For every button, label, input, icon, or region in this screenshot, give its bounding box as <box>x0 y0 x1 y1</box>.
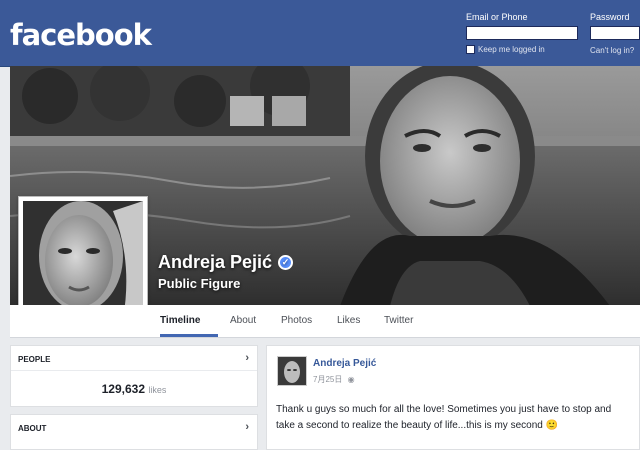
post-author-avatar-image <box>278 357 306 385</box>
verified-check-icon: ✓ <box>278 255 294 270</box>
people-card: PEOPLE › 129,632 likes <box>10 345 258 407</box>
chevron-right-icon[interactable]: › <box>245 421 249 433</box>
tab-photos[interactable]: Photos <box>281 315 312 326</box>
people-heading[interactable]: PEOPLE <box>18 355 50 364</box>
profile-category: Public Figure <box>158 276 241 291</box>
likes-count: 129,632 likes <box>11 382 257 396</box>
email-label: Email or Phone <box>466 12 528 22</box>
about-card: ABOUT › <box>10 414 258 450</box>
divider <box>11 370 257 371</box>
tab-about[interactable]: About <box>230 315 256 326</box>
password-label: Password <box>590 12 630 22</box>
post-text: Thank u guys so much for all the love! S… <box>276 404 612 431</box>
likes-count-unit: likes <box>148 385 167 395</box>
tab-timeline[interactable]: Timeline <box>160 315 200 326</box>
tab-likes[interactable]: Likes <box>337 315 360 326</box>
top-bar: facebook Email or Phone Password Keep me… <box>0 0 640 67</box>
post-author-name[interactable]: Andreja Pejić <box>313 358 376 369</box>
keep-logged-in-checkbox[interactable] <box>466 45 475 54</box>
likes-count-value: 129,632 <box>101 382 146 396</box>
password-field[interactable] <box>590 26 640 40</box>
globe-icon: ◉ <box>347 375 355 384</box>
tab-twitter[interactable]: Twitter <box>384 315 413 326</box>
chevron-right-icon[interactable]: › <box>245 352 249 364</box>
post-author-avatar[interactable] <box>277 356 307 386</box>
forgot-link[interactable]: Can't log in? <box>590 46 634 55</box>
active-tab-indicator <box>160 334 218 337</box>
keep-logged-in[interactable]: Keep me logged in <box>466 45 545 54</box>
profile-picture-image <box>23 201 143 319</box>
timeline-tabs: Timeline About Photos Likes Twitter <box>10 305 640 338</box>
facebook-logo[interactable]: facebook <box>10 18 152 52</box>
timeline-post: Andreja Pejić 7月25日 ◉ Thank u guys so mu… <box>266 345 640 450</box>
profile-name-text: Andreja Pejić <box>158 252 273 272</box>
profile-name: Andreja Pejić ✓ <box>158 252 294 273</box>
email-field[interactable] <box>466 26 578 40</box>
post-timestamp-text: 7月25日 <box>313 375 343 384</box>
post-timestamp[interactable]: 7月25日 ◉ <box>313 374 355 385</box>
keep-logged-in-label: Keep me logged in <box>478 45 545 54</box>
about-heading[interactable]: ABOUT <box>18 424 46 433</box>
